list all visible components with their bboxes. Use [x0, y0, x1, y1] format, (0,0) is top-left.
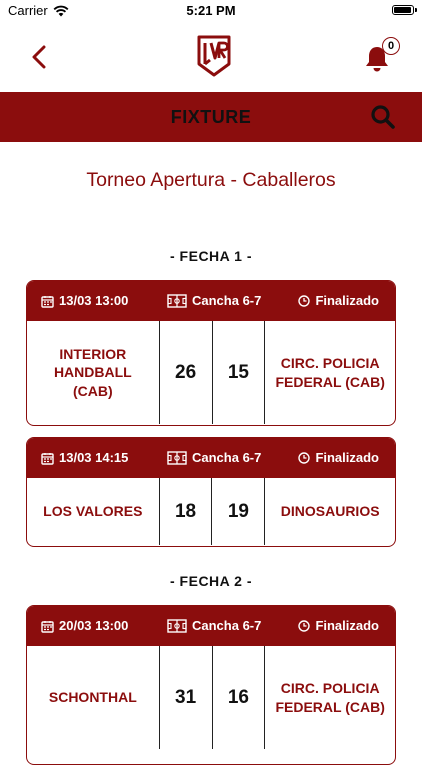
court-icon	[167, 451, 187, 465]
court-icon	[167, 619, 187, 633]
home-team: LOS VALORES	[43, 503, 143, 520]
back-button[interactable]	[24, 40, 54, 74]
app-logo-icon	[197, 35, 231, 77]
match-date: 13/03 14:15	[41, 438, 128, 478]
match-date-text: 13/03 13:00	[59, 293, 129, 308]
match-card-body: LOS VALORES 18 19 DINOSAURIOS	[27, 478, 395, 545]
match-court-text: Cancha 6-7	[192, 618, 262, 633]
notifications-button[interactable]: 0	[362, 37, 400, 74]
match-court: Cancha 6-7	[167, 438, 261, 478]
search-icon	[371, 105, 395, 129]
match-card[interactable]: 13/03 14:15 Cancha 6-7 Finalizado LOS VA…	[26, 437, 396, 547]
match-date-text: 13/03 14:15	[59, 450, 129, 465]
search-button[interactable]	[370, 104, 396, 130]
match-court: Cancha 6-7	[167, 606, 261, 646]
match-court-text: Cancha 6-7	[192, 450, 262, 465]
match-card[interactable]: 13/03 13:00 Cancha 6-7 Finalizado INTERI…	[26, 280, 396, 426]
match-status: Finalizado	[298, 438, 379, 478]
chevron-left-icon	[32, 45, 46, 69]
fecha-header: - FECHA 2 -	[170, 573, 252, 589]
home-team: INTERIOR HANDBALL (CAB)	[53, 345, 132, 399]
match-court: Cancha 6-7	[167, 281, 261, 321]
tournament-title: Torneo Apertura - Caballeros	[86, 169, 336, 191]
fecha-header: - FECHA 1 -	[170, 248, 252, 264]
match-date: 20/03 13:00	[41, 606, 128, 646]
home-score: 18	[158, 478, 212, 545]
page-title: FIXTURE	[170, 107, 252, 127]
match-status: Finalizado	[298, 606, 379, 646]
match-card-header: 13/03 14:15 Cancha 6-7 Finalizado	[27, 438, 395, 478]
notification-count-badge: 0	[382, 37, 400, 55]
status-bar: Carrier 5:21 PM	[0, 0, 422, 22]
match-card-body: SCHONTHAL 31 16 CIRC. POLICIA FEDERAL (C…	[27, 646, 395, 749]
match-card-header: 20/03 13:00 Cancha 6-7 Finalizado	[27, 606, 395, 646]
match-status-text: Finalizado	[315, 618, 379, 633]
match-status: Finalizado	[298, 281, 379, 321]
calendar-icon	[41, 452, 54, 465]
away-score: 19	[211, 478, 264, 545]
court-icon	[167, 294, 187, 308]
home-team: SCHONTHAL	[48, 689, 137, 706]
top-bar: 0	[0, 22, 422, 92]
calendar-icon	[41, 620, 54, 633]
clock-icon	[298, 620, 311, 632]
away-team: CIRC. POLICIA FEDERAL (CAB)	[264, 646, 395, 749]
away-score: 15	[211, 321, 265, 424]
home-score: 26	[158, 321, 212, 424]
battery-icon	[392, 5, 417, 15]
status-time: 5:21 PM	[186, 3, 236, 18]
title-bar: FIXTURE	[0, 92, 422, 142]
away-team: CIRC. POLICIA FEDERAL (CAB)	[264, 321, 395, 424]
clock-icon	[298, 452, 311, 464]
match-status-text: Finalizado	[315, 450, 379, 465]
clock-icon	[298, 295, 311, 307]
away-score: 16	[211, 646, 265, 749]
away-team: DINOSAURIOS	[264, 478, 395, 545]
match-card[interactable]: 20/03 13:00 Cancha 6-7 Finalizado SCHONT…	[26, 605, 396, 765]
calendar-icon	[41, 295, 54, 308]
home-score: 31	[158, 646, 212, 749]
match-date-text: 20/03 13:00	[59, 618, 129, 633]
match-card-header: 13/03 13:00 Cancha 6-7 Finalizado	[27, 281, 395, 321]
match-card-body: INTERIOR HANDBALL (CAB) 26 15 CIRC. POLI…	[27, 321, 395, 424]
match-court-text: Cancha 6-7	[192, 293, 262, 308]
match-status-text: Finalizado	[315, 293, 379, 308]
match-date: 13/03 13:00	[41, 281, 128, 321]
